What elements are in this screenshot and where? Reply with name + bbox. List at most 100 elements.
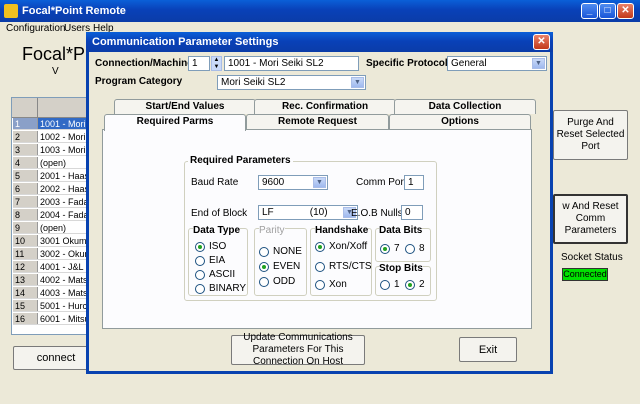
row-number: 11 — [13, 248, 38, 259]
dialog-title-bar[interactable]: Communication Parameter Settings ✕ — [86, 32, 553, 52]
chevron-down-icon[interactable]: ▼ — [532, 58, 545, 69]
baud-rate-label: Baud Rate — [191, 177, 239, 188]
close-button[interactable]: ✕ — [617, 3, 634, 19]
parity-title: Parity — [259, 225, 285, 236]
protocol-select[interactable]: General ▼ — [447, 56, 547, 71]
exit-button[interactable]: Exit — [459, 337, 517, 362]
table-row[interactable]: 4 (open) — [13, 157, 87, 169]
category-value: Mori Seiki SL2 — [221, 77, 286, 88]
row-label: 4001 - J&L 8 — [40, 262, 87, 272]
baud-rate-select[interactable]: 9600 ▼ — [258, 175, 328, 190]
table-row[interactable]: 7 2003 - Fadal — [13, 196, 87, 208]
data-type-iso-radio[interactable]: ISO — [195, 241, 226, 252]
dialog-close-icon[interactable]: ✕ — [533, 34, 550, 50]
row-label: (open) — [40, 158, 67, 168]
comm-port-label: Comm Port: — [356, 177, 410, 188]
table-row[interactable]: 6 2002 - Haas — [13, 183, 87, 195]
tab-rec-confirmation[interactable]: Rec. Confirmation — [254, 99, 396, 114]
table-row[interactable]: 144003 - Matsu — [13, 287, 87, 299]
menu-configuration[interactable]: Configuration — [6, 23, 65, 34]
table-row[interactable]: 11 3002 - Okum — [13, 248, 87, 260]
row-label: 1003 - Mori S — [40, 145, 87, 155]
data-bits-title: Data Bits — [379, 225, 423, 236]
table-row[interactable]: 31003 - Mori S — [13, 144, 87, 156]
tab-start-end-values[interactable]: Start/End Values — [114, 99, 256, 114]
row-label: 2001 - Haas — [40, 171, 87, 181]
data-type-ascii-radio[interactable]: ASCII — [195, 269, 235, 280]
update-comm-params-button[interactable]: Update Communications Parameters For Thi… — [231, 332, 365, 367]
data-bits-8-radio[interactable]: 8 — [405, 243, 425, 254]
row-number: 1 — [13, 118, 38, 129]
data-type-title: Data Type — [193, 225, 241, 236]
end-of-block-select[interactable]: LF (10) ▼ — [258, 205, 358, 220]
dialog-title: Communication Parameter Settings — [92, 36, 279, 48]
radio-icon — [259, 276, 269, 287]
table-row[interactable]: 5 2001 - Haas — [13, 170, 87, 182]
data-type-eia-radio[interactable]: EIA — [195, 255, 225, 266]
radio-selected-icon — [315, 241, 325, 252]
row-number: 15 — [13, 300, 38, 311]
main-title-bar[interactable]: Focal*Point Remote _ □ ✕ — [0, 0, 640, 22]
socket-status-badge: Connected — [562, 268, 608, 281]
end-of-block-value: LF (10) — [262, 207, 328, 218]
eob-nulls-input[interactable]: 0 — [401, 205, 423, 220]
handshake-rtscts-radio[interactable]: RTS/CTS — [315, 261, 372, 272]
row-number: 2 — [13, 131, 38, 142]
purge-reset-button[interactable]: Purge And Reset Selected Port — [553, 110, 628, 160]
row-number: 14 — [13, 287, 38, 298]
tab-options[interactable]: Options — [389, 114, 531, 129]
row-label: 2002 - Haas — [40, 184, 87, 194]
table-row[interactable]: 134002 - Matsu — [13, 274, 87, 286]
main-window-title: Focal*Point Remote — [22, 5, 126, 17]
data-type-binary-radio[interactable]: BINARY — [195, 283, 246, 294]
connection-number-input[interactable]: 1 — [188, 56, 210, 71]
maximize-button[interactable]: □ — [599, 3, 616, 19]
table-row[interactable]: 15 5001 - Hurco — [13, 300, 87, 312]
tab-panel: Required Parameters Baud Rate 9600 ▼ Com… — [102, 129, 532, 329]
minimize-button[interactable]: _ — [581, 3, 598, 19]
radio-icon — [315, 279, 325, 290]
handshake-xonxoff-radio[interactable]: Xon/Xoff — [315, 241, 367, 252]
table-row[interactable]: 16 6001 - Mitsul — [13, 313, 87, 325]
connection-spinner[interactable]: ▲ ▼ — [211, 56, 222, 71]
table-row[interactable]: 21002 - Mori S — [13, 131, 87, 143]
radio-icon — [405, 243, 415, 254]
row-number: 9 — [13, 222, 38, 233]
row-number: 6 — [13, 183, 38, 194]
tab-data-collection[interactable]: Data Collection — [394, 99, 536, 114]
row-number: 10 — [13, 235, 38, 246]
radio-selected-icon — [405, 279, 415, 290]
chevron-down-icon[interactable]: ▼ — [313, 177, 326, 188]
radio-selected-icon — [195, 241, 205, 252]
parity-group: Parity NONE EVEN ODD — [254, 225, 307, 296]
row-label: 6001 - Mitsul — [40, 314, 87, 324]
handshake-xon-radio[interactable]: Xon — [315, 279, 347, 290]
data-bits-group: Data Bits 7 8 — [375, 225, 431, 262]
table-row[interactable]: 11001 - Mori S — [13, 118, 87, 130]
connection-label: Connection/Machine — [95, 58, 193, 69]
reset-comm-button[interactable]: w And Reset Comm Parameters — [553, 194, 628, 244]
parity-none-radio[interactable]: NONE — [259, 246, 302, 257]
table-row[interactable]: 8 2004 - Fadal — [13, 209, 87, 221]
row-number: 3 — [13, 144, 38, 155]
category-select[interactable]: Mori Seiki SL2 ▼ — [217, 75, 366, 90]
comm-port-input[interactable]: 1 — [404, 175, 424, 190]
connection-name-field[interactable]: 1001 - Mori Seiki SL2 — [224, 56, 359, 71]
tab-required-parms[interactable]: Required Parms — [104, 114, 246, 131]
row-number: 13 — [13, 274, 38, 285]
radio-icon — [259, 246, 269, 257]
table-row[interactable]: 10 3001 Okuma — [13, 235, 87, 247]
row-label: 1001 - Mori S — [40, 119, 87, 129]
table-row[interactable]: 9 (open) — [13, 222, 87, 234]
chevron-down-icon[interactable]: ▼ — [351, 77, 364, 88]
stop-bits-2-radio[interactable]: 2 — [405, 279, 425, 290]
handshake-title: Handshake — [315, 225, 369, 236]
row-number: 7 — [13, 196, 38, 207]
stop-bits-1-radio[interactable]: 1 — [380, 279, 400, 290]
parity-odd-radio[interactable]: ODD — [259, 276, 295, 287]
data-bits-7-radio[interactable]: 7 — [380, 243, 400, 254]
table-row[interactable]: 12 4001 - J&L 8 — [13, 261, 87, 273]
parity-even-radio[interactable]: EVEN — [259, 261, 300, 272]
tab-remote-request[interactable]: Remote Request — [246, 114, 389, 129]
main-heading: Focal*P — [22, 44, 86, 64]
